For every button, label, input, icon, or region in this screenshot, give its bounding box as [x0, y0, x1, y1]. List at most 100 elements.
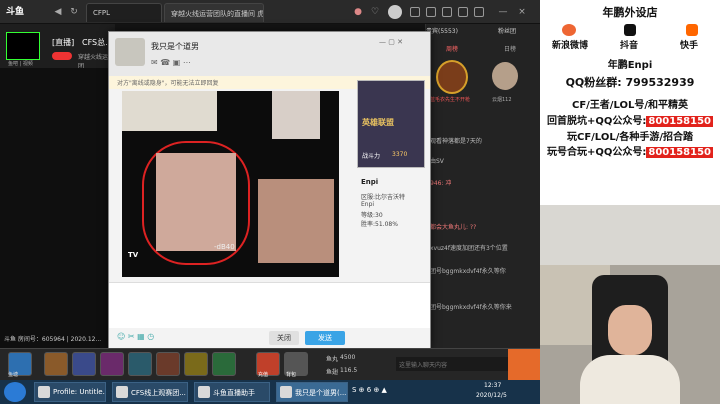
room-prefix: [直播] — [52, 38, 75, 47]
heart-icon[interactable]: ♡ — [369, 6, 381, 18]
tab-day[interactable]: 日榜 — [504, 44, 516, 53]
rank2-label: 云烟112 — [492, 97, 512, 103]
qq-title-bar: 我只是个道男 ✉ ☎ ▣ ⋯ — ▢ ✕ — [109, 32, 430, 76]
recharge-label: 充值 — [258, 372, 269, 378]
contact-winrate: 胜率:51.08% — [361, 221, 398, 228]
send-button[interactable]: 发送 — [305, 331, 345, 345]
gift-slot[interactable] — [156, 352, 180, 376]
power-value: 3370 — [392, 151, 408, 158]
box-icon[interactable] — [458, 7, 468, 17]
promo-line-4-number: 800158150 — [646, 147, 713, 158]
douyu-logo: 斗鱼 — [6, 7, 25, 17]
webcam-feed — [540, 205, 720, 404]
chat-message: 团号bggmkxdvf4f永久等你来 — [430, 304, 512, 311]
task-profile[interactable]: Profile: Untitle... — [34, 382, 106, 402]
history-icon[interactable] — [410, 7, 420, 17]
platform-douyin: 抖音 — [620, 41, 639, 51]
qq-chat-window: 我只是个道男 ✉ ☎ ▣ ⋯ — ▢ ✕ 对方"离线或隐身"，可能无法立即回复 … — [108, 31, 431, 350]
photo-patch — [272, 91, 320, 139]
rank1-avatar[interactable] — [436, 60, 468, 94]
notification-icon[interactable]: ● — [352, 6, 364, 18]
shop-title: 年鹏外设店 — [602, 6, 658, 19]
tab-week[interactable]: 周榜 — [446, 44, 458, 53]
fish-fin-label: 鱼翅 — [326, 369, 339, 376]
streamer-nick: 年鹏Enpi — [607, 60, 653, 71]
gift-slot[interactable] — [44, 352, 68, 376]
gift-slot[interactable] — [72, 352, 96, 376]
promo-line-2: 回首脱坑+QQ公众号: — [546, 116, 647, 127]
user-avatar[interactable] — [388, 5, 402, 19]
contact-avatar[interactable] — [115, 38, 145, 66]
task-qq-chat[interactable]: 我只是个道男(... — [276, 382, 348, 402]
tab-cfpl[interactable]: CFPL — [86, 3, 162, 22]
chat-panel: 贵宾(5553) 粉丝团 周榜 日榜 蓝毛衣先生不开枪 云烟112 观看神落都是… — [425, 24, 540, 380]
photo-faces — [156, 153, 236, 251]
clock-date: 2020/12/5 — [476, 392, 507, 399]
game-title: 英雄联盟 — [362, 118, 394, 127]
start-button[interactable] — [4, 382, 26, 402]
tab-fans[interactable]: 粉丝团 — [498, 26, 516, 35]
photo-caption: -dB40 — [214, 243, 235, 251]
refresh-icon[interactable]: ↻ — [68, 6, 80, 18]
promo-line-4: 玩号合玩+QQ公众号: — [546, 147, 647, 158]
contact-level: 等级:30 — [361, 212, 383, 219]
rank2-avatar[interactable] — [492, 62, 518, 90]
chat-message: 团号bggmkxdvf4f永久等你 — [430, 268, 506, 275]
promo-panel: 年鹏外设店 新浪微博 抖音 快手 年鹏Enpi QQ粉丝群: 799532939… — [540, 0, 720, 205]
gift-slot[interactable] — [100, 352, 124, 376]
gift-bar: 鱼塘 充值 背包 鱼丸 4500 鱼翅 116.5 这里输入聊天内容 — [0, 348, 540, 381]
rank1-label: 蓝毛衣先生不开枪 — [430, 97, 471, 103]
power-label: 战斗力 — [362, 153, 381, 160]
contact-id: Enpi — [361, 201, 375, 208]
browser-toolbar: 斗鱼 ◀ ↻ CFPL 穿越火线运营团队的直播间 虎 ● ♡ — × — [0, 0, 540, 24]
message-input[interactable] — [109, 282, 430, 332]
back-icon[interactable]: ◀ — [52, 6, 64, 18]
tab-live-room[interactable]: 穿越火线运营团队的直播间 虎 — [164, 3, 264, 22]
fish-ball-value: 4500 — [340, 354, 356, 361]
shared-photo[interactable]: TV -dB40 — [122, 91, 339, 277]
contact-region: 区服:比尔吉沃特 — [361, 194, 406, 201]
room-header: 鱼吧 | 视频 [直播] CFS总... 穿越火线运营团 — [0, 24, 115, 70]
chat-message: 观看神落都是7天的 — [430, 138, 482, 145]
video-area — [0, 68, 115, 353]
contact-title: 我只是个道男 — [151, 42, 199, 51]
task-douyu[interactable]: 斗鱼直播助手 — [194, 382, 270, 402]
gift-slot[interactable] — [184, 352, 208, 376]
windows-taskbar: Profile: Untitle... CFS线上观赛团... 斗鱼直播助手 我… — [0, 380, 540, 404]
chat-message: 由SV — [430, 158, 444, 165]
shirt-icon[interactable] — [426, 7, 436, 17]
promo-line-2-number: 800158150 — [646, 116, 713, 127]
gift-slot[interactable] — [212, 352, 236, 376]
streamer-hoodie — [580, 355, 680, 404]
contact-name: Enpi — [361, 178, 379, 186]
gift-slot[interactable] — [128, 352, 152, 376]
window-controls[interactable]: — ▢ ✕ — [379, 38, 403, 46]
tray-icons[interactable]: S ⊕ 6 ⊕ ▲ — [352, 386, 387, 394]
minimize-icon[interactable]: — — [497, 6, 509, 18]
platform-kuaishou: 快手 — [680, 41, 699, 51]
fish-pond-label: 鱼塘 — [8, 372, 19, 378]
chat-input[interactable]: 这里输入聊天内容 — [396, 357, 508, 371]
qq-toolbar-icons[interactable]: ✉ ☎ ▣ ⋯ — [151, 58, 191, 67]
room-id: 斗鱼 房间号：605964 | 2020.12... — [4, 336, 102, 343]
promo-line-1: CF/王者/LOL号/和平精英 — [571, 100, 688, 111]
kuaishou-icon — [686, 24, 698, 36]
close-button[interactable]: 关闭 — [269, 331, 299, 345]
fish-ball-label: 鱼丸 — [326, 356, 339, 363]
wall — [540, 205, 720, 265]
send-chat-button[interactable] — [508, 349, 540, 381]
task-browser[interactable]: CFS线上观赛团... — [112, 382, 188, 402]
game-profile-card[interactable]: 英雄联盟 战斗力 3370 — [357, 80, 425, 168]
folder-icon[interactable] — [474, 7, 484, 17]
close-icon[interactable]: × — [516, 6, 528, 18]
backpack-label: 背包 — [286, 372, 297, 378]
chat-message: xvuz4f速度加团还有3个位置 — [430, 245, 508, 252]
chat-message: 946: 冲 — [430, 180, 452, 187]
photo-portrait — [258, 179, 334, 263]
promo-line-3: 玩CF/LOL/各种手游/招合踏 — [566, 132, 693, 143]
level-badge — [52, 52, 72, 60]
emoji-toolbar[interactable]: ☺ ✂ ▦ ◷ — [117, 332, 154, 341]
clipboard-icon[interactable] — [442, 7, 452, 17]
weibo-icon — [562, 24, 576, 36]
tv-tag: TV — [128, 251, 139, 259]
